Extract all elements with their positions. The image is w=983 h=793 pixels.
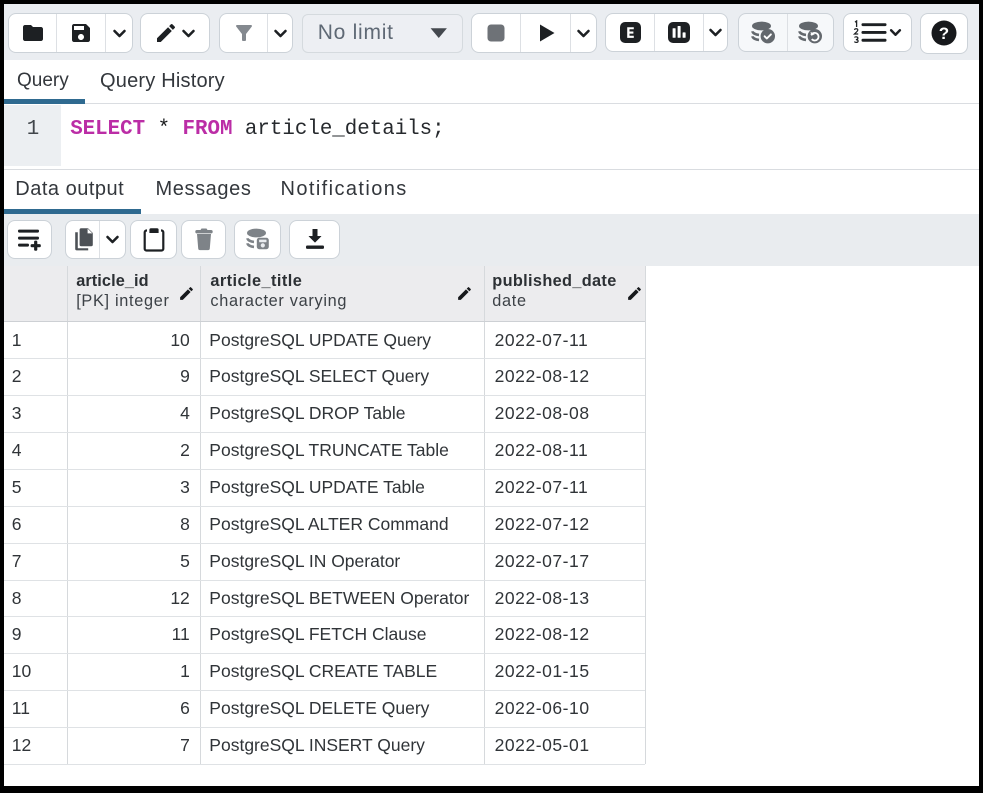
- svg-text:?: ?: [939, 24, 949, 43]
